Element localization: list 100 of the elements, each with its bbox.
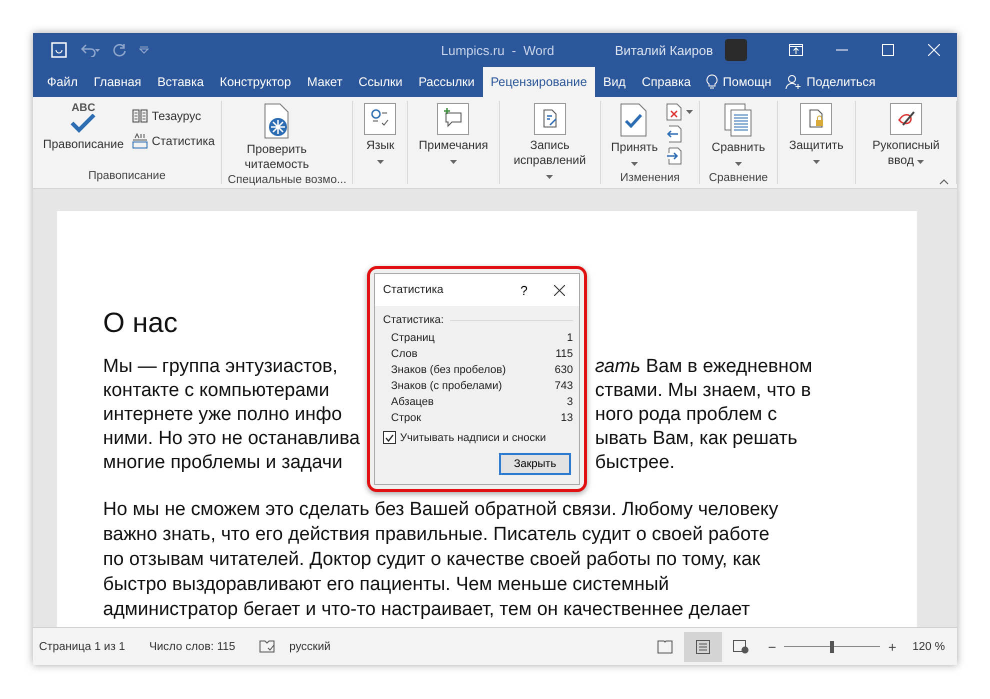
ribbon-button[interactable]: Примечания	[414, 101, 493, 170]
ribbon-button[interactable]: Сравнить	[706, 101, 771, 172]
paragraph-text: Но мы не сможем это сделать без Вашей обратной связи. Любому человеку важно знать, что его действия правильные. Писатель судит о своей работе по отзывам читателей. Доктор судит о качестве своей работы по тому, как быстро выздоравливают его пациенты. Чем меньше системный администратор бегает и что-то настраивает, тем он качественнее делает	[103, 498, 778, 622]
paragraph-text: ними. Но это не останавлива	[103, 427, 360, 451]
ribbon-button[interactable]: Тезаурус	[132, 109, 215, 123]
ribbon-button[interactable]: Рукописный ввод	[862, 101, 950, 170]
paragraph-text: ного рода проблем с	[595, 403, 778, 427]
ribbon-tab[interactable]: Макет	[299, 67, 350, 97]
close-dialog-button[interactable]: Закрыть	[499, 453, 571, 475]
ribbon-button[interactable]: Проверить читаемость	[228, 101, 326, 174]
group-label: Правописание	[87, 170, 167, 184]
paragraph-text: контакте с компьютерами	[103, 379, 330, 403]
caret-icon	[812, 160, 820, 164]
accept-icon	[619, 103, 650, 137]
caret-icon	[917, 160, 924, 164]
reject-icon	[666, 103, 682, 121]
group-label: Специальные возмо...	[228, 174, 346, 186]
stat-label: Страниц	[391, 331, 435, 346]
ribbon-tab[interactable]: Файл	[39, 67, 86, 97]
maximize-icon	[882, 44, 894, 56]
zoom-out-button[interactable]: −	[768, 638, 776, 654]
customize-toolbar-icon[interactable]	[139, 46, 149, 54]
share-button[interactable]: Поделиться	[778, 67, 882, 97]
ribbon-tab[interactable]: Вид	[595, 67, 634, 97]
ribbon-tab[interactable]: Рассылки	[410, 67, 483, 97]
paragraph-text: многие проблемы и задачи	[103, 451, 343, 475]
protect-document-icon	[800, 103, 832, 135]
user-name: Виталий Каиров	[614, 42, 713, 58]
checkmark-icon	[70, 114, 96, 134]
tell-me-button[interactable]: Помощн	[698, 67, 778, 97]
language-icon	[364, 103, 396, 135]
print-layout-button[interactable]	[684, 632, 722, 662]
page-icon	[696, 640, 710, 654]
stat-label: Слов	[391, 347, 418, 362]
document-heading: О нас	[103, 307, 178, 339]
statistics-icon	[132, 133, 148, 149]
section-label: Статистика:	[383, 314, 444, 326]
save-icon[interactable]	[51, 42, 67, 58]
comment-icon	[437, 103, 470, 135]
collapse-ribbon-icon[interactable]	[939, 179, 949, 185]
page-count[interactable]: Страница 1 из 1	[39, 640, 126, 652]
ribbon-button[interactable]: Язык	[359, 101, 402, 170]
redo-icon[interactable]	[113, 43, 127, 57]
undo-icon[interactable]	[79, 43, 101, 57]
book-icon	[657, 640, 674, 654]
ribbon-button[interactable]: Защитить	[784, 101, 849, 170]
track-changes-icon	[534, 103, 566, 135]
paragraph-text: ывать Вам, как решать	[595, 427, 798, 451]
previous-change-icon	[666, 125, 682, 143]
ribbon-tab[interactable]: Главная	[86, 67, 150, 97]
stat-value: 1	[566, 331, 573, 346]
paragraph-text: интернете уже полно инфо	[103, 403, 342, 427]
caret-icon	[734, 162, 742, 166]
ribbon-tab[interactable]: Справка	[634, 67, 699, 97]
caret-icon	[376, 160, 384, 164]
language-indicator[interactable]: русский	[289, 640, 622, 652]
stat-value: 13	[560, 411, 573, 426]
compare-documents-icon	[723, 103, 754, 137]
caret-icon	[630, 162, 638, 166]
paragraph-text: ствами. Мы знаем, что в	[595, 379, 811, 403]
ribbon-tab[interactable]: Конструктор	[212, 67, 300, 97]
ribbon-button[interactable]: Принять	[606, 101, 662, 172]
ribbon-button[interactable]: Запись исправлений	[506, 101, 594, 185]
ribbon-tab[interactable]: Вставка	[149, 67, 212, 97]
stat-label: Знаков (с пробелами)	[391, 379, 502, 394]
stat-value: 3	[566, 395, 573, 410]
stat-label: Абзацев	[391, 395, 434, 410]
stat-label: Строк	[391, 411, 422, 426]
lightbulb-icon	[706, 74, 718, 90]
include-textboxes-checkbox[interactable]: Учитывать надписи и сноски	[375, 426, 579, 449]
stat-value: 630	[554, 363, 573, 378]
group-label: Изменения	[619, 172, 681, 184]
paragraph-text: Мы — группа энтузиастов,	[103, 355, 338, 379]
web-page-icon	[733, 640, 750, 654]
ribbon-icon-button[interactable]	[666, 103, 694, 121]
caret-icon	[450, 160, 457, 164]
help-button[interactable]: ?	[509, 282, 539, 298]
window-title: Lumpics.ru - Word	[441, 42, 556, 58]
stat-value: 743	[554, 379, 573, 394]
person-add-icon	[785, 74, 802, 90]
ribbon-display-icon	[789, 44, 803, 56]
proofing-icon[interactable]	[259, 640, 276, 654]
ribbon-button[interactable]: ABC Правописание	[39, 101, 128, 170]
zoom-level[interactable]: 120 %	[912, 640, 945, 652]
caret-icon	[686, 110, 694, 114]
minimize-icon	[836, 49, 848, 51]
paragraph-text: быстрее.	[595, 451, 675, 475]
zoom-in-button[interactable]: +	[888, 638, 896, 654]
paragraph-text: гать Вам в ежедневном	[595, 355, 812, 379]
stat-value: 115	[555, 347, 573, 362]
word-count[interactable]: Число слов: 115	[149, 640, 236, 652]
check-icon	[385, 434, 394, 442]
next-change-icon	[666, 147, 682, 165]
ribbon-tab[interactable]: Ссылки	[350, 67, 410, 97]
close-icon	[554, 284, 564, 296]
group-label: Сравнение	[708, 172, 769, 184]
ribbon-button[interactable]: Статистика	[132, 133, 215, 149]
close-icon	[928, 44, 940, 56]
ribbon-tab[interactable]: Рецензирование	[482, 67, 596, 97]
ink-pen-icon	[890, 103, 922, 135]
